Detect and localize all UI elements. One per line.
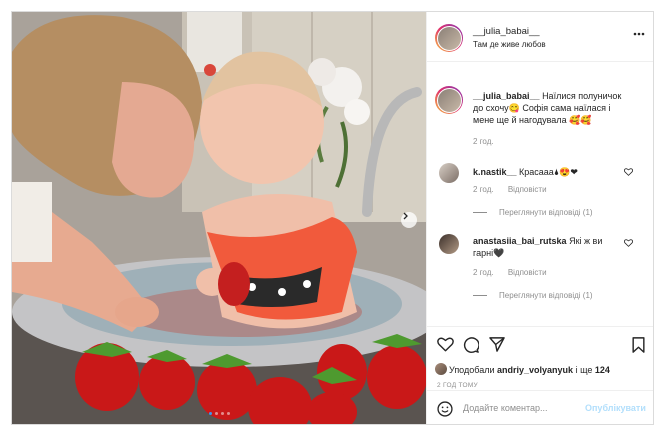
comment-username[interactable]: k.nastik__ <box>473 167 517 177</box>
share-icon[interactable] <box>489 337 505 352</box>
carousel-dot <box>226 412 230 415</box>
photo-illustration <box>12 12 426 424</box>
chevron-right-icon <box>403 212 408 220</box>
likes-count[interactable]: 124 <box>595 365 610 375</box>
liker-username[interactable]: andriy_volyanyuk <box>497 365 573 375</box>
comment-meta: 2 год. Відповісти <box>473 268 559 277</box>
post-header: __julia_babai__ Там де живе любов <box>427 12 653 62</box>
heart-icon[interactable] <box>624 239 633 247</box>
bookmark-icon[interactable] <box>632 337 645 353</box>
comment-avatar[interactable] <box>439 163 459 183</box>
comment-item: k.nastik__ Красааа🌢😍❤ <box>473 166 623 178</box>
emoji-icon[interactable] <box>437 401 453 417</box>
comments-section: __julia_babai__ Наїлися полуничок до схо… <box>427 62 653 326</box>
author-username[interactable]: __julia_babai__ <box>473 26 540 37</box>
post-timestamp[interactable]: 2 ГОД ТОМУ <box>437 382 478 389</box>
likes-prefix: Уподобали <box>449 365 495 375</box>
view-replies-button[interactable]: Переглянути відповіді (1) <box>473 208 593 217</box>
carousel-next-button[interactable] <box>401 212 417 228</box>
carousel-dot <box>208 412 212 415</box>
likes-middle: і ще <box>575 365 593 375</box>
post-card: __julia_babai__ Там де живе любов __juli… <box>11 11 654 425</box>
caption-time: 2 год. <box>473 137 494 146</box>
more-options-icon[interactable] <box>633 32 645 36</box>
reply-button[interactable]: Відповісти <box>508 185 547 194</box>
view-replies-button[interactable]: Переглянути відповіді (1) <box>473 291 593 300</box>
heart-icon[interactable] <box>624 168 633 176</box>
carousel-indicators <box>12 412 426 415</box>
comment-username[interactable]: anastasiia_bai_rutska <box>473 236 567 246</box>
comment-time: 2 год. <box>473 268 494 277</box>
comment-time: 2 год. <box>473 185 494 194</box>
author-avatar[interactable] <box>435 24 463 52</box>
carousel-dot <box>214 412 218 415</box>
action-bar: Уподобали andriy_volyanyuk і ще 124 <box>427 326 653 386</box>
view-replies-label: Переглянути відповіді (1) <box>499 291 593 300</box>
add-comment-bar: Опублікувати <box>427 390 653 424</box>
post-caption: __julia_babai__ Наїлися полуничок до схо… <box>473 90 633 126</box>
comment-icon[interactable] <box>463 337 479 353</box>
comment-text: Красааа🌢😍❤ <box>519 167 578 177</box>
publish-button[interactable]: Опублікувати <box>585 403 646 413</box>
comment-input[interactable] <box>463 400 573 416</box>
post-side-panel: __julia_babai__ Там де живе любов __juli… <box>426 12 653 424</box>
caption-avatar[interactable] <box>435 86 463 114</box>
heart-icon[interactable] <box>437 337 454 352</box>
likes-summary: Уподобали andriy_volyanyuk і ще 124 <box>449 365 610 375</box>
post-location[interactable]: Там де живе любов <box>473 40 546 49</box>
post-photo[interactable] <box>12 12 426 424</box>
comment-avatar[interactable] <box>439 234 459 254</box>
reply-button[interactable]: Відповісти <box>508 268 547 277</box>
view-replies-label: Переглянути відповіді (1) <box>499 208 593 217</box>
caption-username[interactable]: __julia_babai__ <box>473 91 540 101</box>
carousel-dot <box>220 412 224 415</box>
comment-meta: 2 год. Відповісти <box>473 185 559 194</box>
comment-item: anastasiia_bai_rutska Які ж ви гарні🖤 <box>473 235 623 259</box>
liker-avatar[interactable] <box>435 363 447 375</box>
